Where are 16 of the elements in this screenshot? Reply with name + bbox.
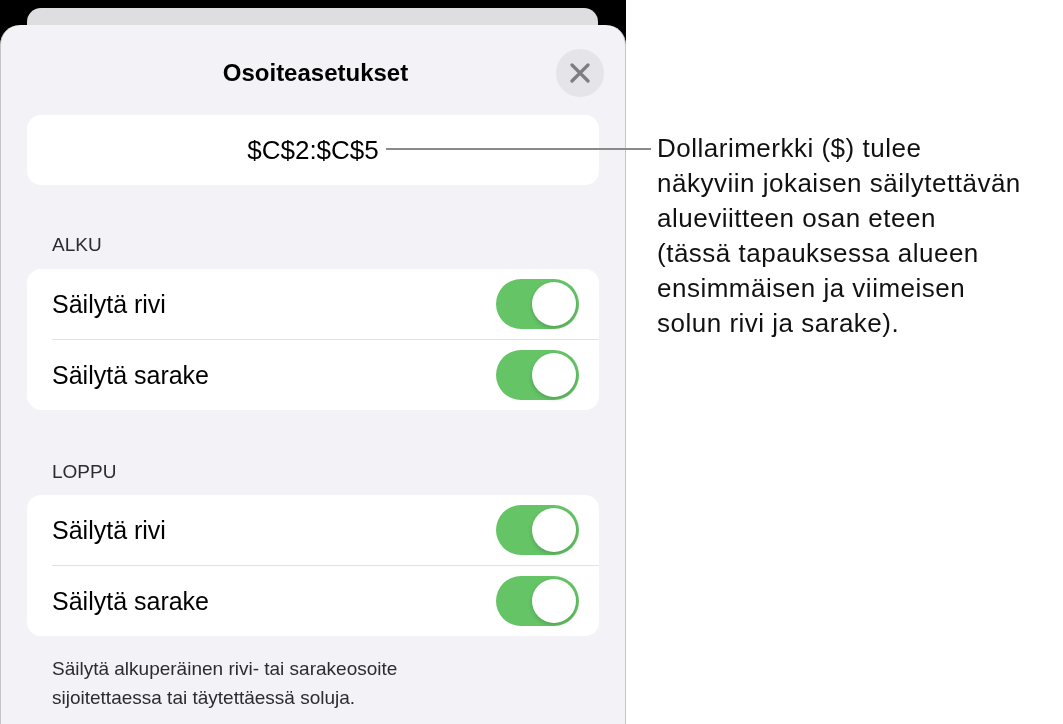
close-button[interactable]	[556, 49, 604, 97]
section-header: ALKU	[51, 235, 103, 255]
toggle-switch[interactable]	[496, 576, 579, 626]
footer-note: Säilytä alkuperäinen rivi- tai sarakeosoite sijoitettaessa tai täytettäessä soluja.	[51, 657, 399, 710]
setting-label: Säilytä sarake	[52, 360, 210, 390]
close-icon	[570, 63, 590, 83]
callout-text: Dollarimerkki ($) tulee näkyviin jokaisen säilytettävän alueviitteen osan eteen (tässä tapauksessa alueen ensimmäisen ja viimeisen solun rivi ja sarake).	[657, 132, 1022, 340]
setting-label: Säilytä rivi	[52, 515, 166, 545]
setting-label: Säilytä rivi	[52, 289, 166, 319]
sheet-title: Osoiteasetukset	[221, 58, 410, 88]
toggle-switch[interactable]	[496, 279, 579, 329]
setting-label: Säilytä sarake	[52, 586, 210, 616]
toggle-switch[interactable]	[496, 505, 579, 555]
toggle-switch[interactable]	[496, 350, 579, 400]
section-header: LOPPU	[51, 462, 118, 482]
address-text: $C$2:$C$5	[247, 134, 379, 166]
